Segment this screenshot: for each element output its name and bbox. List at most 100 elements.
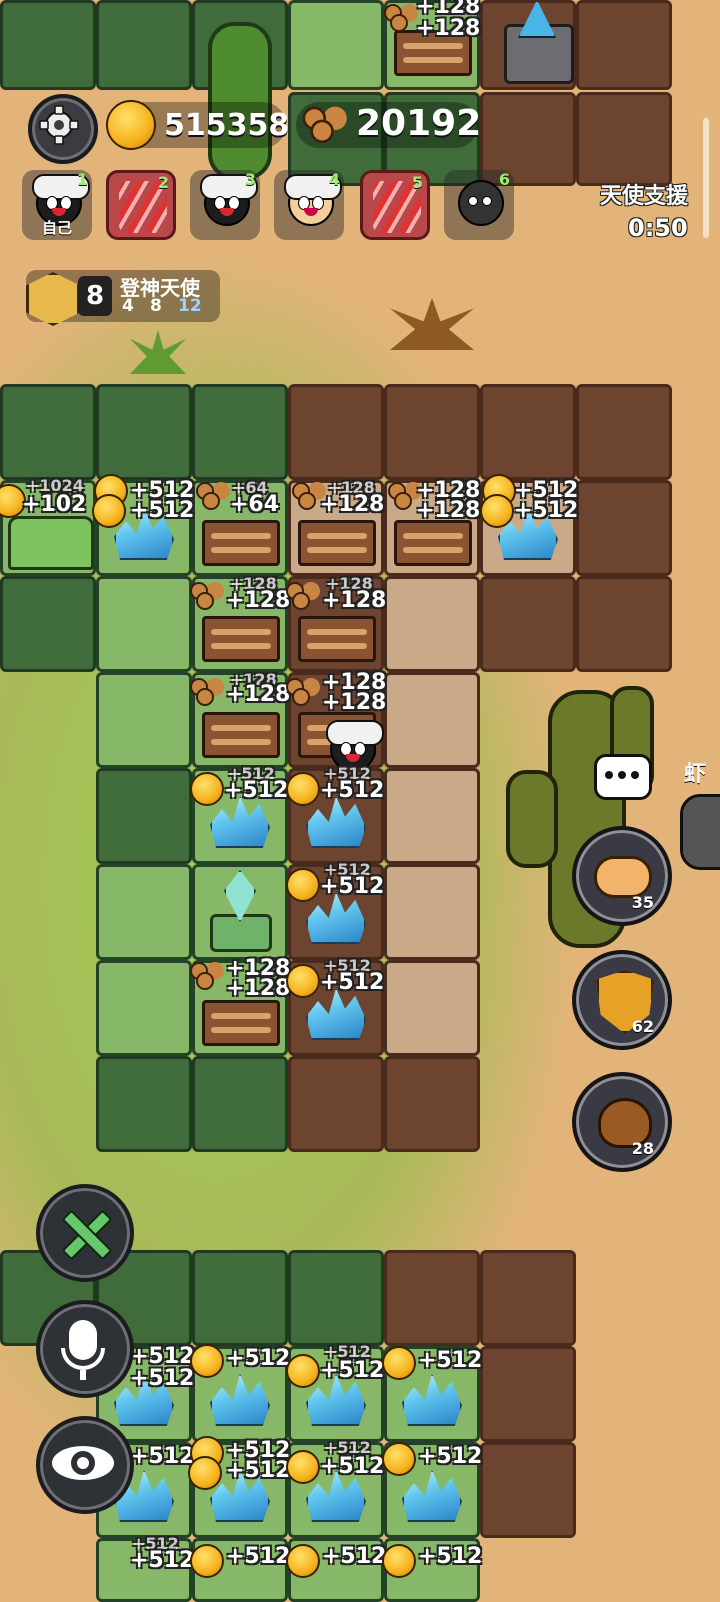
player-slot-6[interactable]: 6 (444, 170, 514, 240)
chat-button[interactable] (594, 754, 652, 800)
wood-yield-text: +128 (320, 492, 385, 517)
crystal-mine[interactable]: +512 (190, 1538, 290, 1602)
gold-coin-icon (188, 1456, 222, 1490)
build-tools-button[interactable] (36, 1184, 134, 1282)
shield-button[interactable]: 62 (572, 950, 672, 1050)
gold-yield-text: +512 (320, 970, 385, 995)
floor-tile (96, 960, 192, 1056)
wood-mill-building[interactable]: +128 +128 (190, 958, 290, 1052)
gold-yield-text: +512 (322, 1544, 387, 1569)
hammer-wrench-icon (60, 1208, 113, 1261)
crystal-mine[interactable]: +512 +512 (286, 862, 384, 956)
stone-wall-tile (0, 384, 96, 480)
crystal-mine[interactable]: +512 +512 (92, 474, 194, 572)
wood-yield-text: +128 (322, 690, 387, 715)
gold-yield-text: +512 (418, 1348, 483, 1373)
crystal-mine[interactable]: +512 (382, 1346, 482, 1438)
piggy-bank-icon (594, 856, 652, 898)
gate-tile[interactable] (96, 768, 192, 864)
gold-yield-text: +512 (130, 1344, 195, 1369)
player-slot-2[interactable]: 2 (106, 170, 176, 240)
gold-yield-text: +512 (418, 1544, 483, 1569)
gold-yield-text: +512 (226, 1458, 291, 1483)
player-slot-3[interactable]: 3 (190, 170, 260, 240)
crystal-mine[interactable]: +512 (190, 1344, 290, 1438)
stone-wall-tile (96, 384, 192, 480)
poop-button[interactable]: 28 (572, 1072, 672, 1172)
eye-icon (52, 1446, 114, 1480)
crystal-mine[interactable]: +512 (382, 1442, 482, 1534)
player-slot-self[interactable]: 1 自己 (22, 170, 92, 240)
wood-icon (188, 676, 222, 706)
rank-threshold: 12 (178, 296, 202, 316)
wood-mill-building[interactable]: +128 +128 (286, 576, 386, 668)
stone-wall-tile (96, 1056, 192, 1152)
crystal-mine[interactable]: +512 (382, 1538, 482, 1602)
wood-mill-building[interactable]: +128 +128 (190, 576, 290, 668)
gold-coin-icon (286, 772, 320, 806)
gold-coin-icon (190, 1544, 224, 1578)
gold-coin-icon (382, 1544, 416, 1578)
fountain-building[interactable] (490, 0, 582, 92)
stone-wall-tile (480, 384, 576, 480)
floor-tile (384, 672, 480, 768)
scrollbar[interactable] (703, 118, 709, 238)
player-slot-5[interactable]: 5 (360, 170, 430, 240)
piggy-bank-button[interactable]: 35 (572, 826, 672, 926)
crystal-mine[interactable]: +512 +512 (188, 1436, 290, 1534)
floor-tile (96, 576, 192, 672)
floor-tile (96, 672, 192, 768)
gold-yield-text: +512 (130, 1444, 195, 1469)
crystal-mine[interactable]: +512 +512 (286, 1440, 384, 1534)
wood-icon (300, 104, 362, 156)
wood-mill-building[interactable]: +128 +128 (288, 480, 384, 572)
wood-mill-building[interactable]: +64 +64 (192, 480, 284, 572)
gear-icon (39, 105, 79, 145)
rank-panel[interactable]: 8 登神天使 4 8 12 (26, 270, 220, 326)
angel-wings-icon (26, 272, 80, 326)
poop-count: 28 (631, 1139, 654, 1158)
offscreen-player-name: 虾 (684, 762, 707, 787)
shield-count: 62 (631, 1017, 654, 1036)
gold-coin-icon (106, 100, 156, 150)
voice-chat-button[interactable] (36, 1300, 134, 1398)
wood-yield-text: +128 (416, 498, 481, 523)
player-slot-number: 5 (411, 173, 423, 192)
wood-yield-text: +128 (226, 682, 291, 707)
chat-dots-icon (605, 771, 613, 779)
wood-icon (188, 580, 222, 610)
stone-wall-tile (288, 1056, 384, 1152)
settings-button[interactable] (28, 94, 98, 164)
crystal-mine[interactable]: +512 (286, 1538, 386, 1602)
cactus-decoration (208, 22, 272, 180)
gold-yield-text: +102 (22, 492, 87, 517)
stone-wall-tile (480, 1346, 576, 1442)
gold-yield-text: +512 (320, 1358, 385, 1383)
gold-yield-text: +512 (514, 498, 579, 523)
crystal-fountain-building[interactable] (192, 864, 284, 956)
home-building[interactable]: +1024 +102 (0, 478, 94, 572)
wood-mill-building[interactable]: +128 +128 (382, 0, 480, 92)
wood-mill-building[interactable]: +128 +128 (190, 672, 290, 764)
crystal-mine[interactable]: +512 +512 (286, 1344, 384, 1438)
crystal-mine[interactable]: +512 +512 (96, 1536, 194, 1602)
wood-icon (386, 480, 420, 510)
wood-icon (382, 2, 416, 32)
stone-wall-tile (288, 384, 384, 480)
visibility-toggle-button[interactable] (36, 1416, 134, 1514)
player-slot-number: 2 (157, 173, 169, 192)
rank-level: 8 (78, 276, 112, 316)
crystal-mine[interactable]: +512 +512 (286, 766, 384, 860)
stone-wall-tile (576, 92, 672, 186)
gold-yield-text: +512 (130, 498, 195, 523)
wood-yield-text: +128 (226, 588, 291, 613)
floor-tile (384, 576, 480, 672)
player-slot-4[interactable]: 4 (274, 170, 344, 240)
floor-tile (96, 864, 192, 960)
gold-coin-icon (286, 1544, 320, 1578)
crystal-mine[interactable]: +512 +512 (480, 474, 578, 572)
wood-mill-building[interactable]: +128 +128 (384, 480, 480, 572)
crystal-mine[interactable]: +512 +512 (286, 958, 384, 1052)
crystal-mine[interactable]: +512 +512 (190, 766, 288, 860)
stone-wall-tile (576, 0, 672, 90)
